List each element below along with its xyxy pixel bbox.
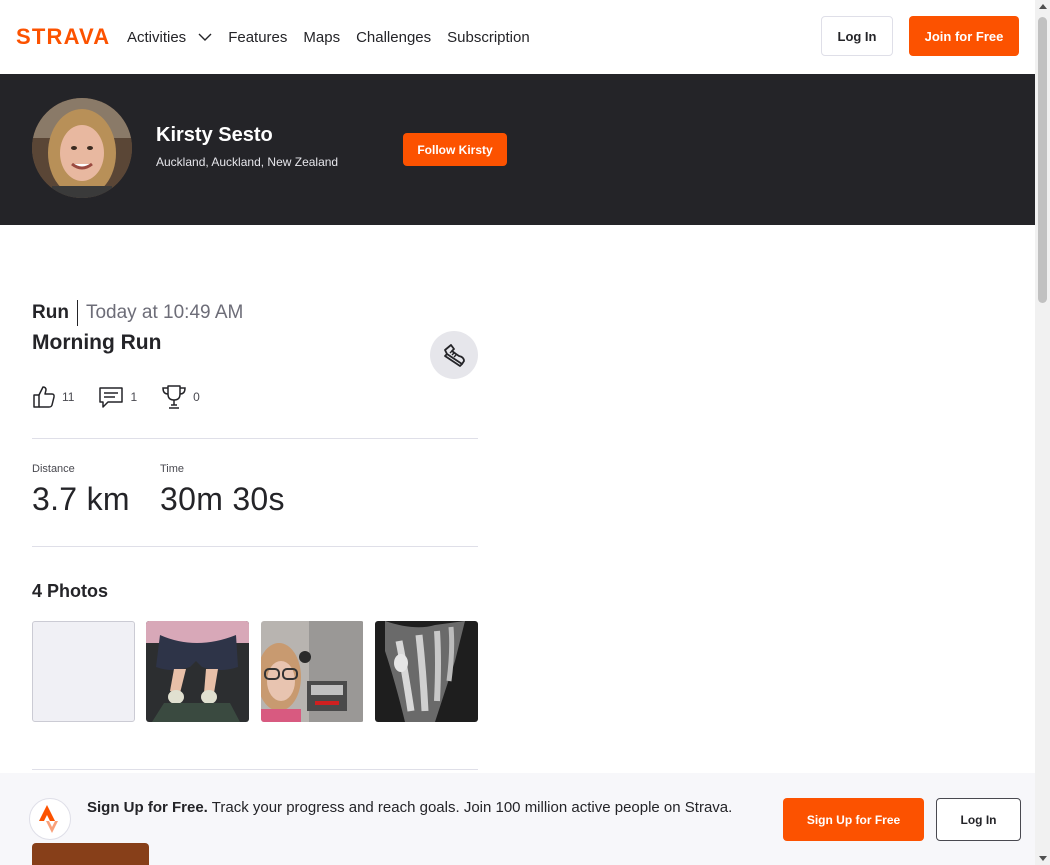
divider [32,769,478,770]
nav-activities-label: Activities [127,28,187,46]
achievement-count: 0 [193,390,200,404]
nav-subscription[interactable]: Subscription [447,29,530,46]
signup-message: Sign Up for Free. Track your progress an… [87,797,757,819]
scrollbar[interactable] [1035,0,1050,865]
obscured-button [32,843,149,865]
activity-title: Morning Run [32,331,162,354]
join-button[interactable]: Join for Free [909,16,1019,56]
photo-xray [375,621,478,722]
stat-time-value: 30m 30s [160,481,285,517]
nav-activities[interactable]: Activities [127,29,212,46]
stat-time: Time 30m 30s [160,463,285,518]
scroll-thumb[interactable] [1038,17,1047,303]
athlete-name[interactable]: Kirsty Sesto [156,124,273,147]
signup-bar: Sign Up for Free. Track your progress an… [0,773,1035,865]
photo-thumbnail[interactable] [375,621,478,722]
nav-maps[interactable]: Maps [303,29,340,46]
trophy-icon [162,385,186,409]
strava-badge [29,798,71,840]
stat-time-label: Time [160,463,185,475]
signup-button[interactable]: Sign Up for Free [783,798,924,841]
athlete-banner: Kirsty Sesto Auckland, Auckland, New Zea… [0,74,1035,225]
login-button[interactable]: Log In [821,16,893,56]
scroll-down-arrow-icon[interactable] [1039,856,1047,861]
stat-distance-value: 3.7 km [32,481,130,517]
comment-count: 1 [130,390,138,404]
nav-features[interactable]: Features [228,29,287,46]
comment-icon [99,387,124,408]
nav-links: Activities Features Maps Challenges Subs… [127,0,546,74]
signup-headline: Sign Up for Free. [87,799,208,816]
achievements-button[interactable]: 0 [161,384,200,410]
divider [32,546,478,547]
avatar[interactable] [32,98,132,198]
signup-body: Track your progress and reach goals. Joi… [211,799,733,816]
sport-badge [430,331,478,379]
photo-thumbnail[interactable] [32,621,135,722]
thumbs-up-icon [33,386,55,408]
photos-title: 4 Photos [32,581,109,601]
svg-text:STRAVA: STRAVA [16,26,110,46]
stat-distance: Distance 3.7 km [32,463,130,518]
kudos-count: 11 [62,390,75,404]
strava-logo-icon: STRAVA [16,24,110,49]
photo-thumbnail[interactable] [261,621,364,722]
photo-thumbnail[interactable] [146,621,249,722]
strava-chevron-icon [39,805,58,833]
activity-type: Run [32,300,78,326]
comments-button[interactable]: 1 [98,385,137,409]
shoe-icon [444,344,465,367]
activity-header: Run Today at 10:49 AM [32,300,243,326]
social-bar: 11 1 0 [32,384,224,410]
kudos-button[interactable]: 11 [32,385,74,409]
login-button-bottom[interactable]: Log In [936,798,1021,841]
divider [32,438,478,439]
avatar-image [32,98,132,198]
photo-legs-treadmill [146,621,249,722]
nav-challenges[interactable]: Challenges [356,29,431,46]
scroll-up-arrow-icon[interactable] [1039,4,1047,9]
athlete-location: Auckland, Auckland, New Zealand [156,155,339,169]
top-nav: STRAVA Activities Features Maps Challeng… [0,0,1035,74]
activity-time: Today at 10:49 AM [85,302,244,323]
chevron-down-icon [198,33,212,41]
stat-distance-label: Distance [32,463,75,475]
follow-button[interactable]: Follow Kirsty [403,133,507,166]
photo-selfie-treadmill [261,621,363,722]
strava-logo[interactable]: STRAVA [16,24,111,51]
